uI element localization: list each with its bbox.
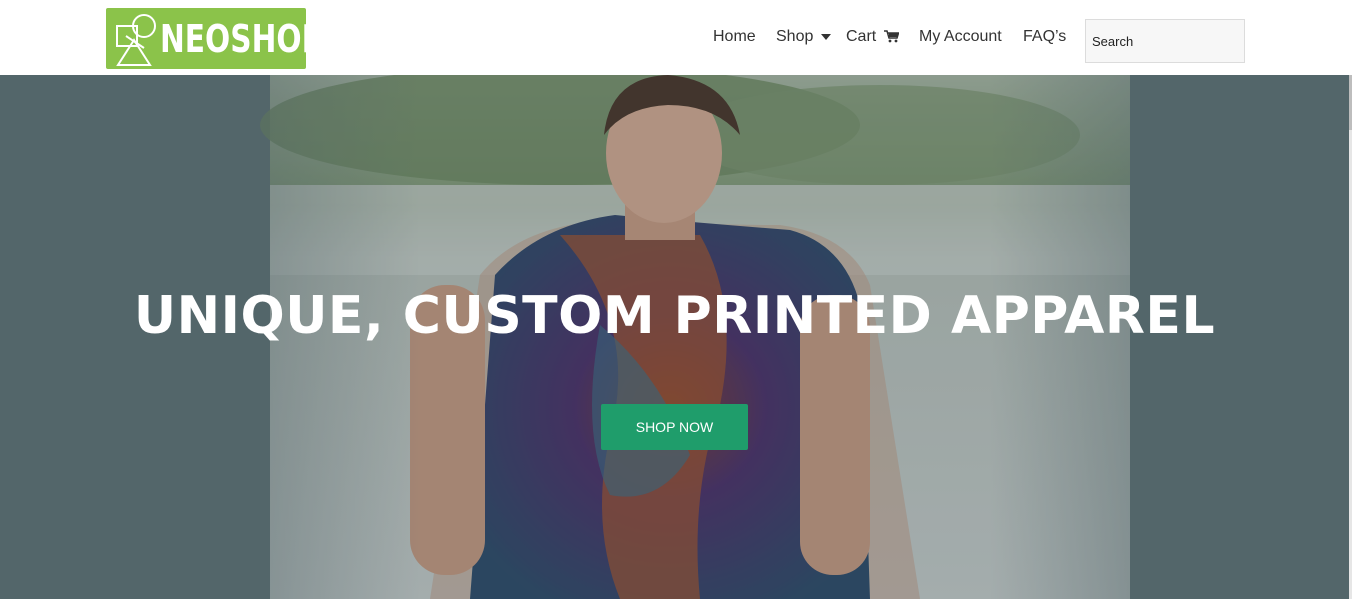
nav-my-account-label: My Account	[919, 28, 1002, 45]
search-box	[1085, 19, 1245, 63]
hero-title: UNIQUE, CUSTOM PRINTED APPAREL	[133, 286, 1216, 346]
logo-geometric-mark-icon	[116, 14, 156, 66]
logo-wordmark: NEOSHOP	[160, 17, 324, 61]
search-input[interactable]	[1086, 20, 1244, 62]
caret-down-icon	[820, 33, 831, 40]
nav-my-account[interactable]: My Account	[919, 25, 1002, 49]
nav-shop[interactable]: Shop	[776, 25, 831, 49]
nav-home[interactable]: Home	[713, 25, 756, 49]
site-header: NEOSHOP Home Shop Cart My Account FAQ’s	[0, 0, 1352, 75]
shopping-cart-icon	[883, 30, 899, 43]
nav-shop-label: Shop	[776, 28, 814, 45]
nav-faq[interactable]: FAQ’s	[1023, 25, 1066, 49]
nav-cart[interactable]: Cart	[846, 25, 899, 49]
nav-home-label: Home	[713, 28, 756, 45]
shop-now-button[interactable]: SHOP NOW	[601, 404, 748, 450]
nav-faq-label: FAQ’s	[1023, 28, 1067, 45]
nav-cart-label: Cart	[846, 28, 877, 45]
hero-banner: UNIQUE, CUSTOM PRINTED APPAREL SHOP NOW	[0, 75, 1349, 599]
neoshop-logo[interactable]: NEOSHOP	[106, 8, 323, 69]
